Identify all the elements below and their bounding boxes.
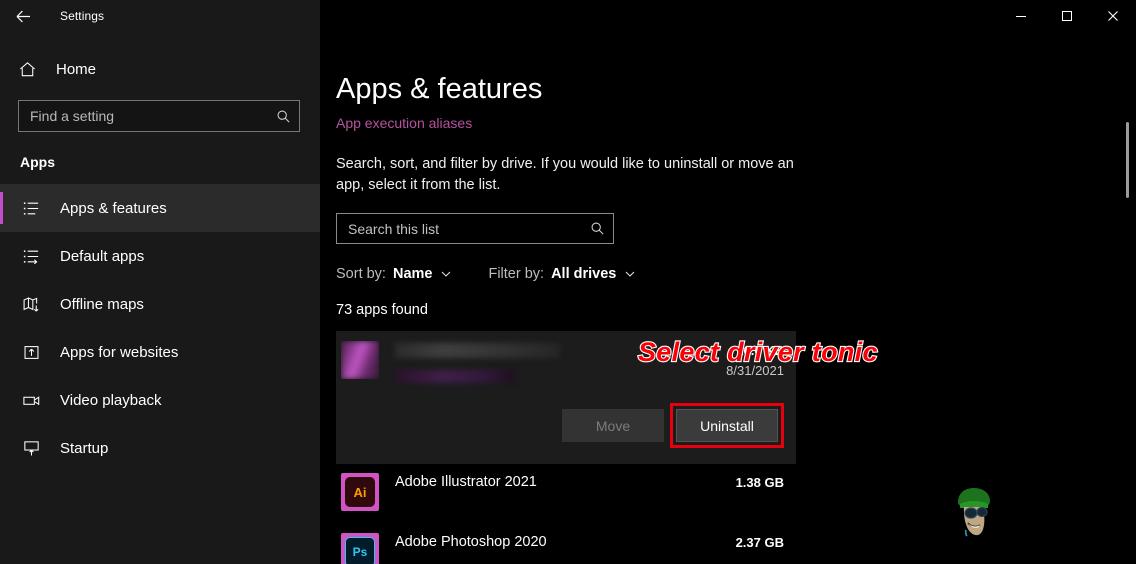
uninstall-button[interactable]: Uninstall xyxy=(676,409,778,443)
filter-by-label: Filter by: xyxy=(488,266,545,283)
sidebar-search[interactable] xyxy=(18,100,300,132)
scrollbar-thumb[interactable] xyxy=(1126,122,1129,198)
sidebar-item-video-playback[interactable]: Video playback xyxy=(0,376,320,424)
filter-by-dropdown[interactable]: Filter by: All drives xyxy=(488,266,636,282)
apps-found-count: 73 apps found xyxy=(336,302,428,319)
app-size: 2.37 GB xyxy=(735,535,784,551)
map-download-icon xyxy=(20,295,42,314)
sidebar-item-default-apps[interactable]: Default apps xyxy=(0,232,320,280)
adobe-photoshop-icon: Ps xyxy=(341,533,379,564)
search-input[interactable] xyxy=(30,108,276,124)
back-arrow-icon xyxy=(15,8,32,25)
app-icon-label: Ps xyxy=(345,537,375,564)
app-execution-aliases-link[interactable]: App execution aliases xyxy=(336,115,472,131)
sidebar-item-label: Apps & features xyxy=(60,199,167,217)
sidebar-nav: Apps & features Default apps Offline map… xyxy=(0,184,320,472)
window-controls xyxy=(320,0,1136,32)
sidebar-item-offline-maps[interactable]: Offline maps xyxy=(0,280,320,328)
sort-by-value: Name xyxy=(392,266,433,283)
sidebar-item-apps-features[interactable]: Apps & features xyxy=(0,184,320,232)
minimize-icon xyxy=(1015,10,1027,22)
main-content: Apps & features App execution aliases Se… xyxy=(320,32,1136,564)
sidebar-item-apps-for-websites[interactable]: Apps for websites xyxy=(0,328,320,376)
sidebar-item-label: Default apps xyxy=(60,247,145,265)
back-button[interactable] xyxy=(0,0,46,32)
maximize-icon xyxy=(1061,10,1073,22)
watermark-logo xyxy=(958,488,990,537)
main-scrollbar[interactable] xyxy=(1120,32,1134,564)
sidebar-item-label: Startup xyxy=(60,439,109,457)
close-icon xyxy=(1107,10,1119,22)
blurred-app-publisher xyxy=(395,370,515,384)
box-arrow-up-icon xyxy=(20,343,42,362)
list-bullets-icon xyxy=(20,199,42,218)
app-name: Adobe Illustrator 2021 xyxy=(395,474,537,491)
filter-by-value: All drives xyxy=(551,266,617,283)
list-search-box[interactable] xyxy=(336,213,614,245)
blurred-icon-graphic xyxy=(341,341,379,380)
sidebar-item-startup[interactable]: Startup xyxy=(0,424,320,472)
app-icon-blurred xyxy=(341,341,379,380)
app-row-photoshop[interactable]: Ps Adobe Photoshop 2020 2.37 GB xyxy=(336,524,796,564)
search-list-input[interactable] xyxy=(348,220,590,237)
sidebar-item-label: Offline maps xyxy=(60,295,144,313)
sidebar-item-home[interactable]: Home xyxy=(0,52,320,86)
page-title: Apps & features xyxy=(336,73,543,105)
list-arrow-icon xyxy=(20,247,42,266)
sidebar-home-label: Home xyxy=(56,60,97,78)
home-icon xyxy=(16,60,38,79)
blurred-app-name xyxy=(395,343,560,359)
chevron-down-icon xyxy=(624,268,636,280)
filter-bar: Sort by: Name Filter by: All drives xyxy=(336,266,1136,282)
sidebar: Home Apps xyxy=(0,32,320,564)
selected-app-actions: Move Uninstall xyxy=(336,403,796,449)
app-right: 1.38 GB xyxy=(726,473,784,493)
uninstall-highlight-box: Uninstall xyxy=(670,403,784,449)
search-icon xyxy=(590,221,605,236)
annotation-text: Select driver tonic xyxy=(637,336,879,368)
search-icon xyxy=(276,109,291,124)
sort-by-label: Sort by: xyxy=(336,266,386,283)
adobe-illustrator-icon: Ai xyxy=(341,473,379,512)
app-meta: Adobe Illustrator 2021 xyxy=(379,473,726,492)
sort-by-dropdown[interactable]: Sort by: Name xyxy=(336,266,452,282)
sidebar-item-label: Video playback xyxy=(60,391,162,409)
app-name: Adobe Photoshop 2020 xyxy=(395,534,547,551)
close-button[interactable] xyxy=(1090,0,1136,32)
sidebar-item-label: Apps for websites xyxy=(60,343,179,361)
app-row-illustrator[interactable]: Ai Adobe Illustrator 2021 1.38 GB xyxy=(336,464,796,524)
window-body: Home Apps xyxy=(0,32,1136,564)
move-button[interactable]: Move xyxy=(562,409,664,443)
window-title: Settings xyxy=(60,9,105,23)
sidebar-section-title: Apps xyxy=(20,154,55,170)
app-meta: Adobe Photoshop 2020 xyxy=(379,533,726,552)
app-size: 1.38 GB xyxy=(735,475,784,491)
page-description: Search, sort, and filter by drive. If yo… xyxy=(336,156,794,194)
chevron-down-icon xyxy=(440,268,452,280)
settings-window: Settings Home Find a setting Apps Apps &… xyxy=(0,0,1136,564)
title-bar: Settings xyxy=(0,0,1136,32)
minimize-button[interactable] xyxy=(998,0,1044,32)
title-bar-left: Settings xyxy=(0,0,320,32)
app-icon-label: Ai xyxy=(345,477,375,508)
maximize-button[interactable] xyxy=(1044,0,1090,32)
app-right: 2.37 GB xyxy=(726,533,784,553)
video-camera-icon xyxy=(20,391,42,410)
monitor-arrow-up-icon xyxy=(20,439,42,458)
